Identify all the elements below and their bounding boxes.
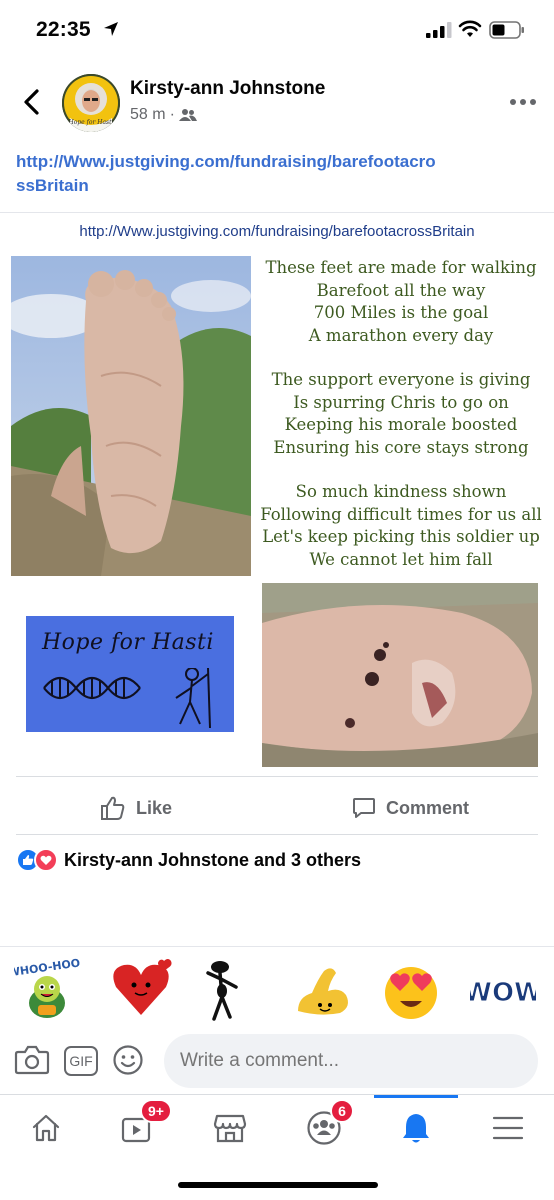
comment-label: Comment <box>386 797 470 818</box>
divider <box>16 776 538 777</box>
poem-line: Is spurring Chris to go on <box>293 392 509 412</box>
post-meta: 58 m · <box>130 106 197 124</box>
comment-button[interactable]: Comment <box>352 788 469 828</box>
watch-badge: 9+ <box>140 1099 172 1123</box>
avatar-image: Hope for Hasti <box>62 74 120 132</box>
home-icon <box>32 1114 60 1142</box>
author-name[interactable]: Kirsty-ann Johnstone <box>130 78 325 100</box>
whoo-hoo-turtle-sticker[interactable]: WHOO-HOO! <box>14 957 80 1023</box>
comment-composer: GIF <box>0 1032 554 1090</box>
love-reaction-icon <box>34 848 58 872</box>
gif-label: GIF <box>69 1053 93 1069</box>
tab-home[interactable] <box>16 1105 76 1151</box>
poem-line: Ensuring his core stays strong <box>273 437 529 457</box>
wow-text-sticker[interactable]: WOW <box>470 957 536 1023</box>
dancing-stick-figure-sticker[interactable] <box>196 957 262 1023</box>
camera-icon[interactable] <box>14 1044 50 1076</box>
reactions-summary-text: Kirsty-ann Johnstone and 3 others <box>64 849 362 870</box>
divider <box>16 834 538 835</box>
location-arrow-icon <box>104 22 118 36</box>
poem-stanza: The support everyone is giving Is spurrin… <box>258 369 544 459</box>
flexing-arm-sticker[interactable] <box>290 957 356 1023</box>
poem-line: Barefoot all the way <box>316 280 486 300</box>
wow-text: WOW <box>470 978 536 1008</box>
hope-for-hasti-logo: Hope for Hasti <box>26 616 234 732</box>
reactions-summary[interactable]: Kirsty-ann Johnstone and 3 others <box>16 848 361 872</box>
tab-groups[interactable]: 6 <box>294 1099 354 1151</box>
author-avatar[interactable]: Hope for Hasti <box>62 74 120 132</box>
poem-line: So much kindness shown <box>295 482 507 501</box>
poem-line: We cannot let him fall <box>309 549 493 569</box>
meta-separator: · <box>169 106 175 123</box>
post-image[interactable]: http://Www.justgiving.com/fundraising/ba… <box>0 212 554 767</box>
gif-button[interactable]: GIF <box>64 1046 98 1076</box>
poem-line: The support everyone is giving <box>271 370 531 389</box>
status-bar: 22:35 <box>0 0 554 62</box>
tab-notifications[interactable] <box>386 1105 446 1151</box>
status-time: 22:35 <box>36 18 91 41</box>
cellular-signal-icon <box>426 22 452 38</box>
like-button[interactable]: Like <box>100 788 172 828</box>
dna-climber-icon <box>43 668 211 728</box>
back-icon[interactable] <box>20 88 44 116</box>
poem-line: These feet are made for walking <box>265 258 537 277</box>
more-options-icon[interactable] <box>508 96 538 108</box>
comment-bubble-icon <box>353 798 375 818</box>
foot-sole-photo <box>11 256 251 576</box>
tab-marketplace[interactable] <box>200 1105 260 1151</box>
poem: These feet are made for walking Barefoot … <box>258 257 544 593</box>
like-label: Like <box>136 797 173 818</box>
heart-character-sticker[interactable] <box>108 957 174 1023</box>
heart-eyes-emoji-sticker[interactable] <box>378 957 444 1023</box>
poem-line: Let's keep picking this soldier up <box>262 527 540 546</box>
logo-text: Hope for Hasti <box>42 630 214 655</box>
bell-icon <box>403 1114 429 1143</box>
battery-icon <box>489 21 524 39</box>
thumbs-up-icon <box>101 796 125 820</box>
post-time[interactable]: 58 m <box>130 106 166 124</box>
wifi-icon <box>458 20 482 37</box>
post-header: Hope for Hasti Kirsty-ann Johnstone 58 m… <box>0 66 554 136</box>
flyer-url: http://Www.justgiving.com/fundraising/ba… <box>79 223 475 240</box>
comment-input[interactable] <box>164 1034 538 1088</box>
home-indicator <box>178 1182 378 1188</box>
avatar-caption: Hope for Hasti <box>68 119 114 126</box>
marketplace-icon <box>213 1114 247 1143</box>
emoji-icon[interactable] <box>112 1044 144 1076</box>
groups-badge: 6 <box>330 1099 354 1123</box>
menu-icon <box>492 1116 524 1140</box>
tab-menu[interactable] <box>478 1105 538 1151</box>
poem-stanza: These feet are made for walking Barefoot … <box>258 257 544 347</box>
poem-line: A marathon every day <box>308 325 494 345</box>
poem-stanza: So much kindness shown Following difficul… <box>258 481 544 571</box>
poem-line: Keeping his morale boosted <box>284 415 518 434</box>
tab-watch[interactable]: 9+ <box>108 1099 172 1151</box>
active-tab-indicator <box>374 1095 458 1098</box>
poem-line: Following difficult times for us all <box>260 504 542 524</box>
tab-bar: 9+ 6 <box>0 1094 554 1174</box>
friends-audience-icon <box>178 109 197 121</box>
injured-heel-photo <box>262 583 538 767</box>
post-link[interactable]: http://Www.justgiving.com/fundraising/ba… <box>16 150 436 198</box>
poem-line: 700 Miles is the goal <box>313 303 489 322</box>
sticker-row: WHOO-HOO! WOW <box>0 946 554 1030</box>
